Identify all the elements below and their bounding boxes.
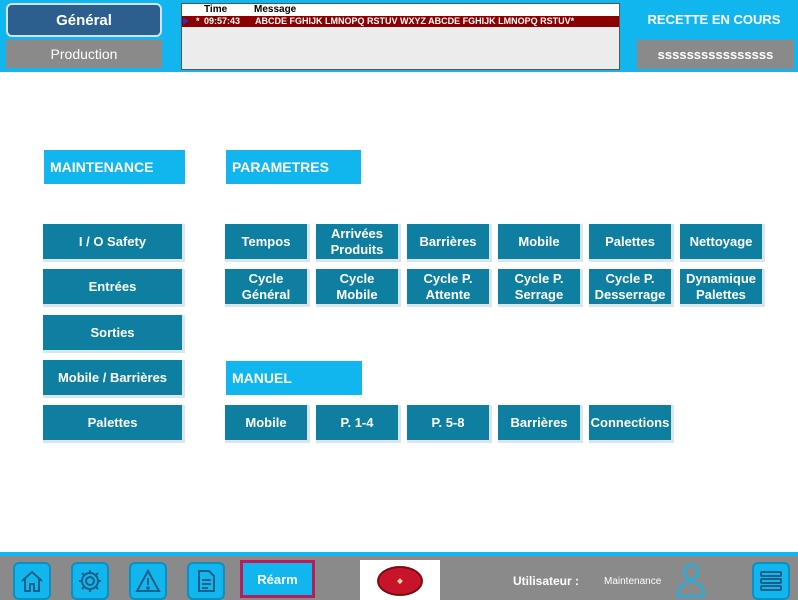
btn-manuel-connections[interactable]: Connections (589, 405, 674, 443)
document-icon (198, 570, 215, 592)
warning-icon (135, 568, 161, 592)
home-button[interactable] (13, 562, 51, 600)
settings-button[interactable] (71, 562, 109, 600)
tab-general[interactable]: Général (6, 3, 162, 37)
btn-manuel-barrieres[interactable]: Barrières (498, 405, 583, 443)
btn-param-cycle-mobile[interactable]: Cycle Mobile (316, 269, 401, 307)
section-maintenance: MAINTENANCE (44, 150, 185, 184)
header-bar: Général Production Time Message * 09:57:… (0, 0, 798, 72)
alarm-time: 09:57:43 (204, 16, 241, 26)
hmi-screen: Général Production Time Message * 09:57:… (0, 0, 798, 600)
btn-param-palettes[interactable]: Palettes (589, 224, 674, 262)
gear-icon (79, 570, 101, 592)
document-button[interactable] (187, 562, 225, 600)
hamburger-icon (760, 571, 782, 591)
alarm-table-header: Time Message (182, 4, 619, 16)
btn-param-cycle-p-attente[interactable]: Cycle P. Attente (407, 269, 492, 307)
btn-param-nettoyage[interactable]: Nettoyage (680, 224, 765, 262)
menu-button[interactable] (752, 562, 790, 600)
btn-param-dynamique-palettes[interactable]: Dynamique Palettes (680, 269, 765, 307)
user-icon[interactable] (676, 562, 706, 598)
section-parametres: PARAMETRES (226, 150, 361, 184)
alarm-row[interactable]: * 09:57:43 ABCDE FGHIJK LMNOPQ RSTUV WXY… (182, 16, 619, 27)
btn-entrees[interactable]: Entrées (43, 269, 185, 307)
btn-param-barrieres[interactable]: Barrières (407, 224, 492, 262)
alarm-message: ABCDE FGHIJK LMNOPQ RSTUV WXYZ ABCDE FGH… (255, 16, 575, 26)
btn-param-cycle-general[interactable]: Cycle Général (225, 269, 310, 307)
btn-sorties[interactable]: Sorties (43, 315, 185, 353)
btn-param-arrivees-produits[interactable]: Arrivées Produits (316, 224, 401, 262)
btn-manuel-p-1-4[interactable]: P. 1-4 (316, 405, 401, 443)
company-logo: ◆ (360, 560, 440, 600)
alarm-col-message: Message (254, 4, 297, 15)
btn-palettes[interactable]: Palettes (43, 405, 185, 443)
btn-param-cycle-p-serrage[interactable]: Cycle P. Serrage (498, 269, 583, 307)
logo-emblem: ◆ (377, 566, 423, 596)
recipe-name-field[interactable]: ssssssssssssssss (637, 40, 794, 69)
user-label: Utilisateur : (513, 574, 580, 588)
rearm-button[interactable]: Réarm (240, 560, 315, 598)
btn-manuel-mobile[interactable]: Mobile (225, 405, 310, 443)
btn-io-safety[interactable]: I / O Safety (43, 224, 185, 262)
recipe-status: RECETTE EN COURS (647, 11, 781, 27)
user-value: Maintenance (604, 576, 662, 587)
tab-production[interactable]: Production (6, 40, 162, 68)
alarm-table[interactable]: Time Message * 09:57:43 ABCDE FGHIJK LMN… (181, 3, 620, 70)
btn-mobile-barrieres[interactable]: Mobile / Barrières (43, 360, 185, 398)
section-manuel: MANUEL (226, 361, 362, 395)
alarm-flag: * (196, 16, 200, 26)
alarm-marker-icon (183, 17, 189, 25)
home-icon (21, 570, 43, 592)
btn-manuel-p-5-8[interactable]: P. 5-8 (407, 405, 492, 443)
footer-bar: Réarm ◆ Utilisateur : Maintenance (0, 552, 798, 600)
btn-param-tempos[interactable]: Tempos (225, 224, 310, 262)
alarm-col-time: Time (204, 4, 228, 15)
btn-param-cycle-p-desserrage[interactable]: Cycle P. Desserrage (589, 269, 674, 307)
btn-param-mobile[interactable]: Mobile (498, 224, 583, 262)
alarms-button[interactable] (129, 562, 167, 600)
